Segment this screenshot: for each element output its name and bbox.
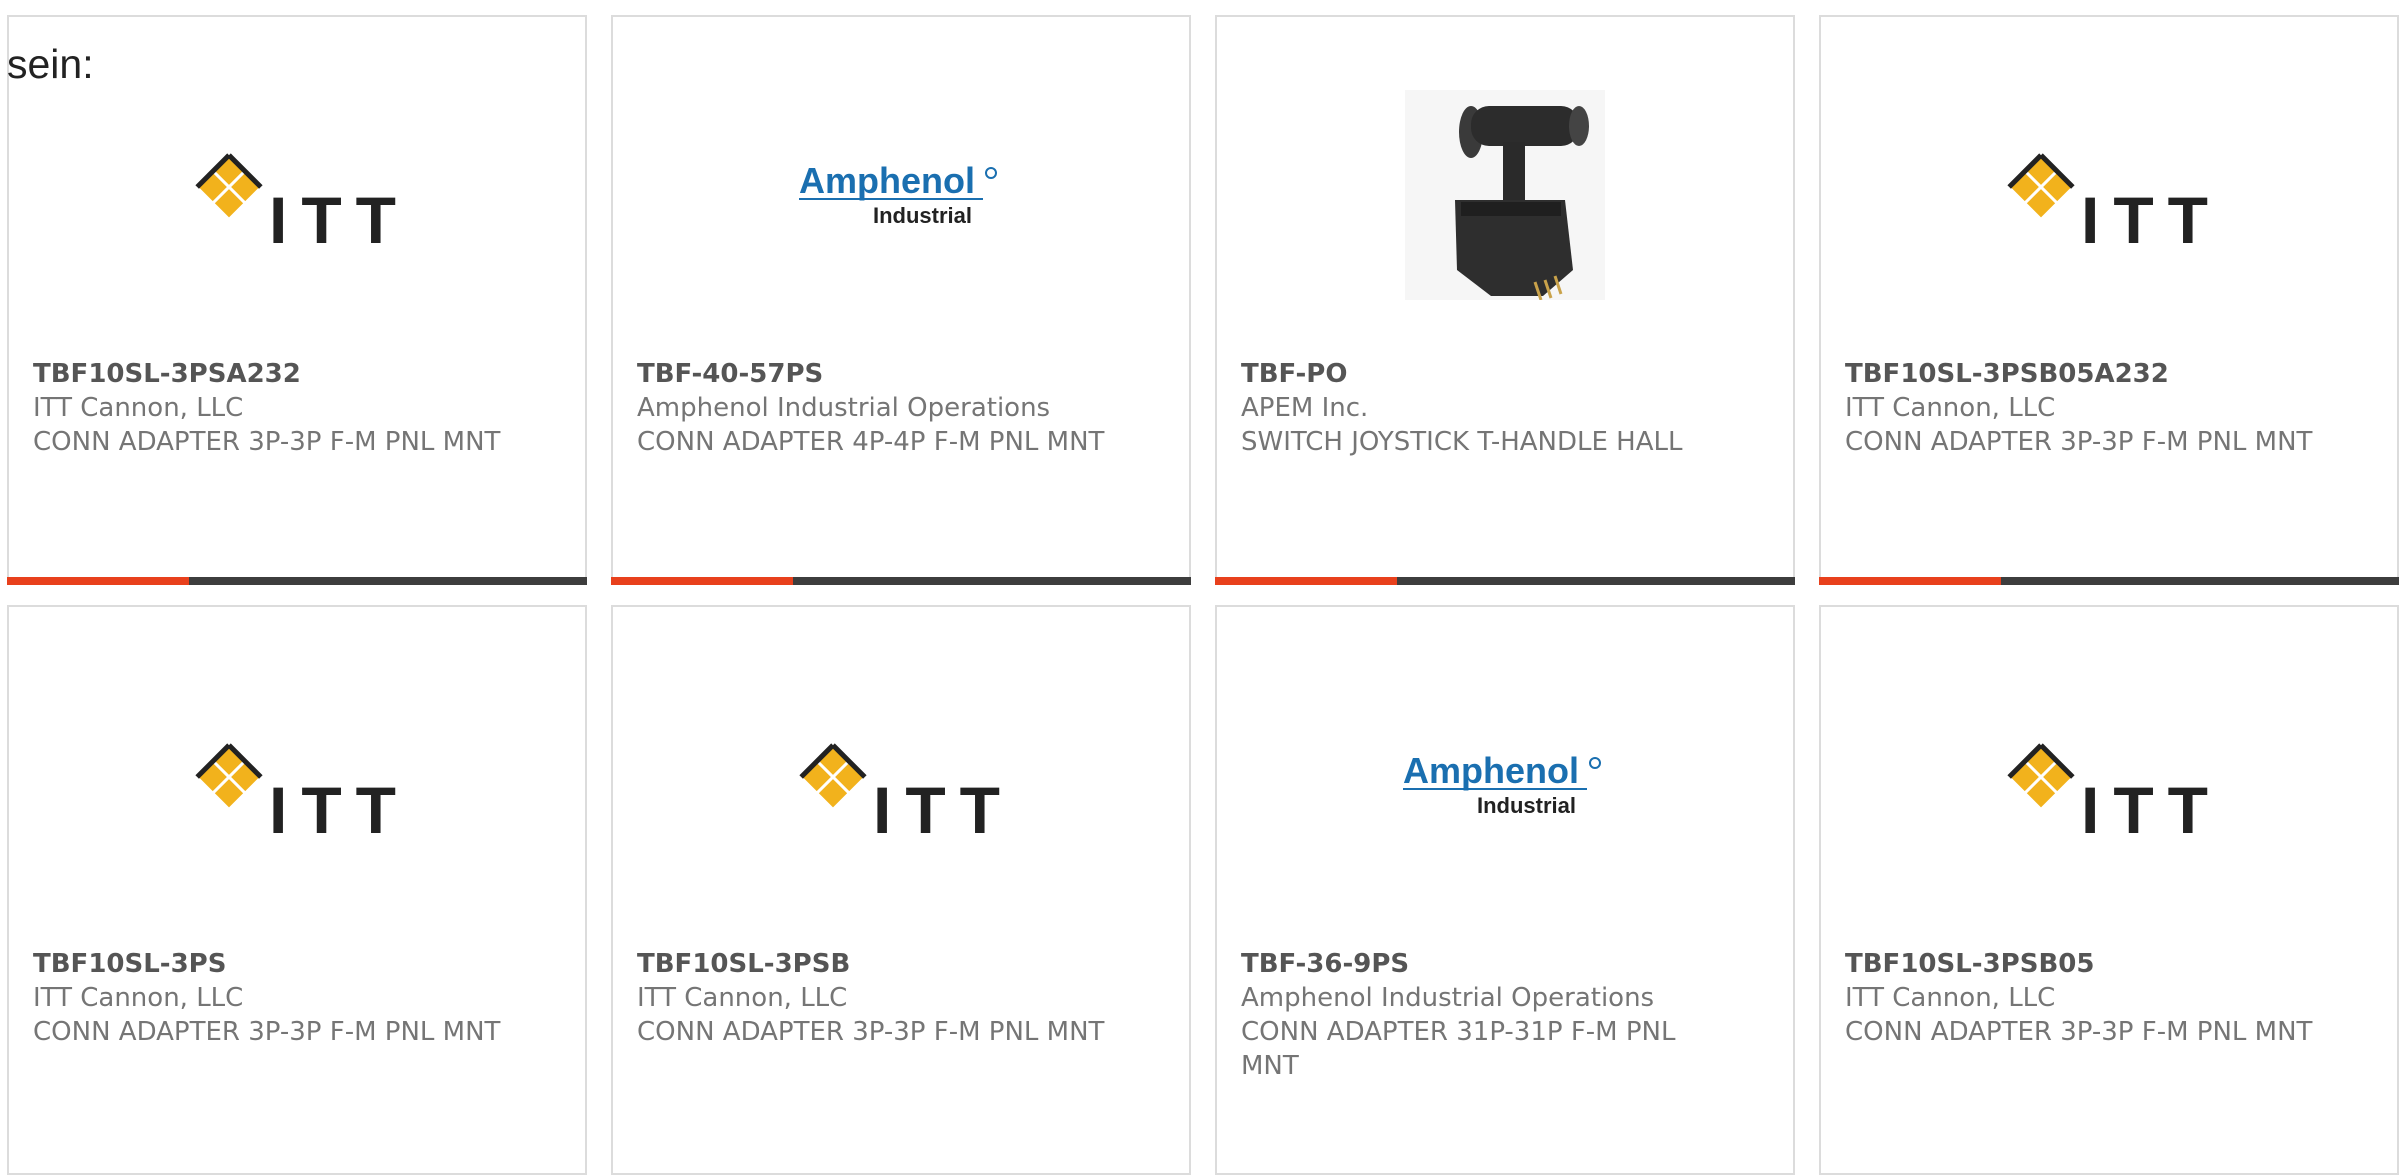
- product-card[interactable]: ITT TBF10SL-3PSA232 ITT Cannon, LLC CONN…: [7, 15, 587, 585]
- amphenol-logo-icon: Amphenol Industrial: [799, 160, 997, 228]
- product-image[interactable]: Amphenol Industrial: [613, 75, 1189, 315]
- product-info: TBF-36-9PS Amphenol Industrial Operation…: [1241, 947, 1711, 1083]
- product-info: TBF10SL-3PSB ITT Cannon, LLC CONN ADAPTE…: [637, 947, 1107, 1049]
- card-accent-bar: [611, 577, 1191, 585]
- amphenol-logo-icon: Amphenol Industrial: [1403, 750, 1601, 818]
- manufacturer-name: ITT Cannon, LLC: [33, 983, 244, 1013]
- svg-text:Industrial: Industrial: [873, 203, 972, 228]
- svg-text:ITT: ITT: [269, 773, 410, 845]
- part-number[interactable]: TBF10SL-3PSA232: [33, 357, 503, 391]
- part-number[interactable]: TBF10SL-3PS: [33, 947, 503, 981]
- product-image[interactable]: ITT: [9, 75, 585, 315]
- card-accent-bar: [1819, 577, 2399, 585]
- part-number[interactable]: TBF10SL-3PSB: [637, 947, 1107, 981]
- part-number[interactable]: TBF10SL-3PSB05A232: [1845, 357, 2315, 391]
- svg-text:ITT: ITT: [2081, 773, 2222, 845]
- svg-text:ITT: ITT: [873, 773, 1014, 845]
- product-image[interactable]: [1217, 75, 1793, 315]
- card-accent-bar-highlight: [7, 577, 189, 585]
- product-grid: ITT TBF10SL-3PSA232 ITT Cannon, LLC CONN…: [7, 15, 2399, 1175]
- card-accent-bar: [1215, 577, 1795, 585]
- product-description: CONN ADAPTER 3P-3P F-M PNL MNT: [1845, 1017, 2313, 1047]
- product-description: CONN ADAPTER 31P-31P F-M PNL MNT: [1241, 1017, 1676, 1081]
- product-image[interactable]: ITT: [1821, 665, 2397, 905]
- product-info: TBF-PO APEM Inc. SWITCH JOYSTICK T-HANDL…: [1241, 357, 1711, 459]
- card-accent-bar-highlight: [611, 577, 793, 585]
- manufacturer-name: ITT Cannon, LLC: [1845, 983, 2056, 1013]
- itt-logo-icon: ITT: [195, 153, 410, 255]
- card-accent-bar: [7, 577, 587, 585]
- svg-text:Industrial: Industrial: [1477, 793, 1576, 818]
- product-card[interactable]: Amphenol Industrial TBF-40-57PS Amphenol…: [611, 15, 1191, 585]
- product-info: TBF10SL-3PS ITT Cannon, LLC CONN ADAPTER…: [33, 947, 503, 1049]
- itt-logo-icon: ITT: [799, 743, 1014, 845]
- product-description: CONN ADAPTER 3P-3P F-M PNL MNT: [1845, 427, 2313, 457]
- product-info: TBF10SL-3PSA232 ITT Cannon, LLC CONN ADA…: [33, 357, 503, 459]
- part-number[interactable]: TBF-40-57PS: [637, 357, 1107, 391]
- manufacturer-name: Amphenol Industrial Operations: [1241, 983, 1655, 1013]
- product-description: SWITCH JOYSTICK T-HANDLE HALL: [1241, 427, 1683, 457]
- product-info: TBF10SL-3PSB05A232 ITT Cannon, LLC CONN …: [1845, 357, 2315, 459]
- part-number[interactable]: TBF-36-9PS: [1241, 947, 1711, 981]
- itt-logo-icon: ITT: [2007, 743, 2222, 845]
- manufacturer-name: ITT Cannon, LLC: [1845, 393, 2056, 423]
- product-image[interactable]: ITT: [1821, 75, 2397, 315]
- product-info: TBF10SL-3PSB05 ITT Cannon, LLC CONN ADAP…: [1845, 947, 2315, 1049]
- manufacturer-name: ITT Cannon, LLC: [637, 983, 848, 1013]
- product-image[interactable]: ITT: [9, 665, 585, 905]
- svg-text:Amphenol: Amphenol: [799, 160, 975, 201]
- itt-logo-icon: ITT: [2007, 153, 2222, 255]
- product-card[interactable]: Amphenol Industrial TBF-36-9PS Amphenol …: [1215, 605, 1795, 1175]
- manufacturer-name: ITT Cannon, LLC: [33, 393, 244, 423]
- part-number[interactable]: TBF-PO: [1241, 357, 1711, 391]
- part-number[interactable]: TBF10SL-3PSB05: [1845, 947, 2315, 981]
- product-description: CONN ADAPTER 4P-4P F-M PNL MNT: [637, 427, 1105, 457]
- svg-text:ITT: ITT: [269, 183, 410, 255]
- product-image[interactable]: ITT: [613, 665, 1189, 905]
- product-info: TBF-40-57PS Amphenol Industrial Operatio…: [637, 357, 1107, 459]
- product-card[interactable]: ITT TBF10SL-3PSB ITT Cannon, LLC CONN AD…: [611, 605, 1191, 1175]
- svg-text:Amphenol: Amphenol: [1403, 750, 1579, 791]
- card-accent-bar-highlight: [1215, 577, 1397, 585]
- product-card[interactable]: ITT TBF10SL-3PS ITT Cannon, LLC CONN ADA…: [7, 605, 587, 1175]
- joystick-photo-icon: [1405, 90, 1605, 300]
- product-card[interactable]: TBF-PO APEM Inc. SWITCH JOYSTICK T-HANDL…: [1215, 15, 1795, 585]
- product-description: CONN ADAPTER 3P-3P F-M PNL MNT: [33, 1017, 501, 1047]
- product-card[interactable]: ITT TBF10SL-3PSB05 ITT Cannon, LLC CONN …: [1819, 605, 2399, 1175]
- itt-logo-icon: ITT: [195, 743, 410, 845]
- product-card[interactable]: ITT TBF10SL-3PSB05A232 ITT Cannon, LLC C…: [1819, 15, 2399, 585]
- product-image[interactable]: Amphenol Industrial: [1217, 665, 1793, 905]
- svg-text:ITT: ITT: [2081, 183, 2222, 255]
- product-description: CONN ADAPTER 3P-3P F-M PNL MNT: [637, 1017, 1105, 1047]
- product-description: CONN ADAPTER 3P-3P F-M PNL MNT: [33, 427, 501, 457]
- manufacturer-name: APEM Inc.: [1241, 393, 1369, 423]
- card-accent-bar-highlight: [1819, 577, 2001, 585]
- page-label: sein:: [7, 41, 94, 87]
- manufacturer-name: Amphenol Industrial Operations: [637, 393, 1051, 423]
